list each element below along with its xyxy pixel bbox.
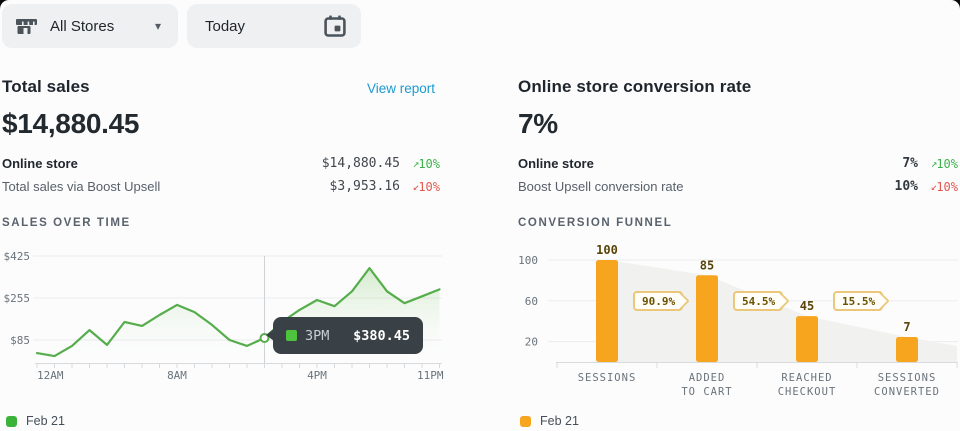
metric-delta: ↙10% xyxy=(918,180,958,194)
delta-value: 10% xyxy=(418,180,440,194)
y-axis-label: $425 xyxy=(4,250,31,263)
conversion-funnel-chart[interactable]: 100 60 20 100 85 45 7 SESSIONS ADDED TO CART REACH… xyxy=(518,243,960,403)
y-axis-label: $255 xyxy=(4,292,31,305)
funnel-section-title: CONVERSION FUNNEL xyxy=(518,217,672,229)
sales-section-title: SALES OVER TIME xyxy=(2,217,131,229)
y-axis-label: 20 xyxy=(525,336,538,349)
category-label: CONVERTED xyxy=(874,386,940,398)
metric-value: $14,880.45 xyxy=(78,156,400,171)
y-axis-label: 60 xyxy=(525,295,538,308)
funnel-bar xyxy=(796,316,818,362)
delta-value: 10% xyxy=(936,180,958,194)
metric-label: Total sales via Boost Upsell xyxy=(2,179,160,194)
funnel-legend: Feb 21 xyxy=(520,414,579,428)
calendar-icon xyxy=(322,13,348,39)
drop-rate-value: 90.9% xyxy=(642,295,675,308)
x-axis-label: 12AM xyxy=(37,369,64,382)
metric-row-boost-upsell-sales: Total sales via Boost Upsell $3,953.16 ↙… xyxy=(2,175,440,198)
metric-label: Online store xyxy=(518,156,594,171)
funnel-drop-badge: 15.5% xyxy=(833,291,883,311)
store-selector-label: All Stores xyxy=(50,18,114,35)
bar-value-label: 100 xyxy=(596,243,618,257)
tooltip-time-label: 3PM xyxy=(305,328,329,344)
sales-legend-swatch xyxy=(6,416,17,427)
chart-tooltip: 3PM $380.45 xyxy=(273,317,423,354)
metric-row-online-store-rate: Online store 7% ↗10% xyxy=(518,152,958,175)
view-report-link[interactable]: View report xyxy=(367,81,435,96)
sales-card-title: Total sales xyxy=(2,77,90,97)
metric-value: 10% xyxy=(683,179,918,194)
metric-delta: ↗10% xyxy=(400,157,440,171)
funnel-bar xyxy=(596,260,618,362)
delta-value: 10% xyxy=(936,157,958,171)
funnel-legend-swatch xyxy=(520,416,531,427)
conversion-rate-value: 7% xyxy=(518,108,558,140)
conversion-card-title: Online store conversion rate xyxy=(518,77,751,97)
analytics-page: All Stores ▾ Today Total sales View repo… xyxy=(0,0,960,431)
delta-value: 10% xyxy=(418,157,440,171)
sales-metric-rows: Online store $14,880.45 ↗10% Total sales… xyxy=(2,152,440,198)
chevron-down-icon: ▾ xyxy=(155,19,161,33)
bar-value-label: 45 xyxy=(800,299,814,313)
metric-value: 7% xyxy=(594,156,918,171)
funnel-bar xyxy=(896,337,918,362)
metric-label: Boost Upsell conversion rate xyxy=(518,179,683,194)
funnel-legend-label: Feb 21 xyxy=(540,414,579,428)
funnel-drop-badge: 54.5% xyxy=(733,291,783,311)
metric-label: Online store xyxy=(2,156,78,171)
x-axis-label: 8AM xyxy=(167,369,187,382)
category-label: SESSIONS xyxy=(578,372,637,384)
metric-row-online-store-sales: Online store $14,880.45 ↗10% xyxy=(2,152,440,175)
funnel-drop-badge: 90.9% xyxy=(633,291,683,311)
metric-value: $3,953.16 xyxy=(160,179,400,194)
date-selector[interactable]: Today xyxy=(187,4,361,48)
metric-delta: ↙10% xyxy=(400,180,440,194)
category-label: ADDED xyxy=(689,372,726,384)
bar-value-label: 85 xyxy=(700,258,714,272)
conversion-metric-rows: Online store 7% ↗10% Boost Upsell conver… xyxy=(518,152,958,198)
category-label: CHECKOUT xyxy=(778,386,837,398)
drop-rate-value: 54.5% xyxy=(742,295,775,308)
metric-delta: ↗10% xyxy=(918,157,958,171)
bar-value-label: 7 xyxy=(903,320,910,334)
drop-rate-value: 15.5% xyxy=(842,295,875,308)
category-label: REACHED xyxy=(781,372,832,384)
tooltip-value: $380.45 xyxy=(353,328,410,344)
date-selector-label: Today xyxy=(205,18,245,35)
dashboard: All Stores ▾ Today Total sales View repo… xyxy=(0,0,960,431)
y-axis-label: $85 xyxy=(10,334,30,347)
total-sales-value: $14,880.45 xyxy=(2,108,139,140)
category-label: SESSIONS xyxy=(878,372,937,384)
store-selector[interactable]: All Stores ▾ xyxy=(2,4,178,48)
metric-row-boost-upsell-rate: Boost Upsell conversion rate 10% ↙10% xyxy=(518,175,958,198)
sales-legend-label: Feb 21 xyxy=(26,414,65,428)
x-axis-label: 11PM xyxy=(417,369,444,382)
x-axis-label: 4PM xyxy=(307,369,327,382)
category-label: TO CART xyxy=(681,386,732,398)
y-axis-label: 100 xyxy=(518,254,538,267)
tooltip-series-swatch xyxy=(286,330,297,341)
funnel-bar xyxy=(696,275,718,362)
store-icon xyxy=(15,15,38,38)
sales-legend: Feb 21 xyxy=(6,414,65,428)
